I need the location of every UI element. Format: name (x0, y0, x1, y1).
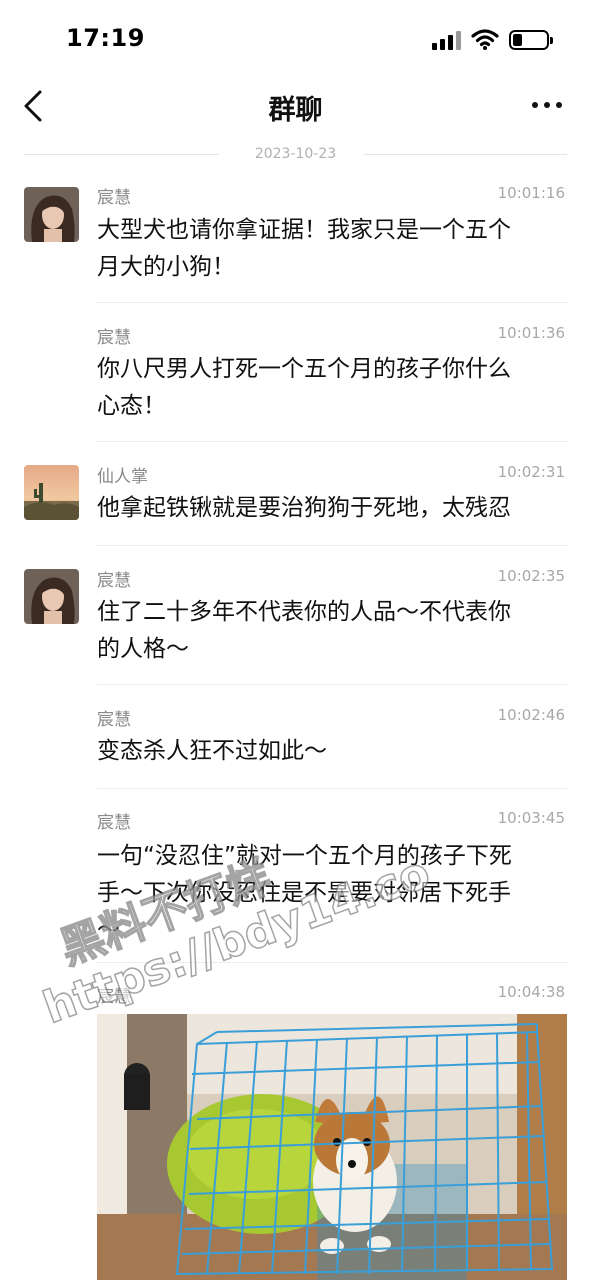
sender-name: 宸慧 (97, 328, 131, 348)
sender-name: 仙人掌 (97, 467, 148, 487)
message-time: 10:01:16 (497, 184, 565, 202)
cellular-signal-icon (432, 30, 462, 50)
avatar[interactable] (24, 569, 79, 624)
message-time: 10:02:46 (497, 706, 565, 724)
corgi-puppy-in-blue-wire-cage-image[interactable] (97, 1014, 567, 1280)
message-text: 变态杀人狂不过如此～ (97, 738, 327, 764)
page-title: 群聊 (268, 95, 323, 126)
sender-name: 宸慧 (97, 813, 131, 833)
more-options-button[interactable] (530, 94, 564, 118)
battery-icon (509, 30, 553, 50)
date-divider: 2023-10-23 (24, 144, 567, 166)
message-time: 10:02:35 (497, 567, 565, 585)
sender-name: 宸慧 (97, 710, 131, 730)
sender-name: 宸慧 (97, 571, 131, 591)
message-text: 大型犬也请你拿证据！我家只是一个五个 月大的小狗！ (97, 217, 511, 280)
avatar[interactable] (24, 187, 79, 242)
wifi-icon (471, 29, 499, 50)
message-time: 10:03:45 (497, 809, 565, 827)
message-time: 10:02:31 (497, 463, 565, 481)
message-time: 10:04:38 (497, 983, 565, 1001)
message-text: 住了二十多年不代表你的人品～不代表你 的人格～ (97, 599, 511, 662)
nav-bar: 群聊 (0, 72, 591, 140)
message-text: 他拿起铁锹就是要治狗狗于死地，太残忍 (97, 495, 511, 521)
status-bar: 17:19 (0, 0, 591, 72)
watermark: 黑料不打烊 https://bdy14.co (36, 846, 437, 1035)
message-time: 10:01:36 (497, 324, 565, 342)
message-text: 你八尺男人打死一个五个月的孩子你什么 心态！ (97, 356, 511, 419)
sender-name: 宸慧 (97, 188, 131, 208)
status-time: 17:19 (66, 24, 145, 52)
avatar[interactable] (24, 465, 79, 520)
